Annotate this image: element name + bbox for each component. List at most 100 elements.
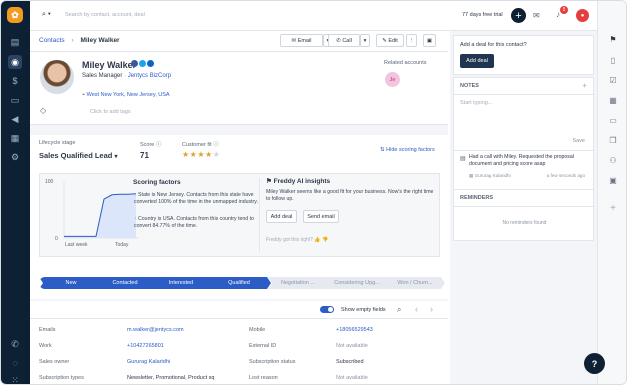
twitter-icon[interactable]	[139, 60, 146, 67]
chevron-right-icon: ›	[71, 37, 74, 44]
scoring-factor-2: ↑ Country is USA. Contacts from this cou…	[134, 216, 254, 229]
calendar-panel-icon[interactable]: ▦	[606, 93, 620, 107]
info-icon: ⓘ	[213, 142, 219, 148]
customer-fit-stars: ★★★★★	[182, 150, 220, 159]
field-value[interactable]: +18056529543	[336, 327, 373, 333]
thumbs-down-icon[interactable]: 👎	[322, 237, 328, 243]
folder-icon[interactable]: ▭	[606, 113, 620, 127]
field-value[interactable]: m.walker@jentycs.com	[127, 327, 184, 333]
breadcrumb: Contacts › Miley Walker	[39, 37, 120, 44]
add-note-icon[interactable]: +	[582, 81, 587, 90]
deal-card: Add a deal for this contact? Add deal	[453, 35, 594, 75]
freddy-send-email-button[interactable]: Send email	[303, 210, 339, 223]
add-panel-icon[interactable]: +	[606, 201, 620, 215]
contact-name: Miley Walker	[82, 60, 137, 70]
company-link[interactable]: Jentycs BizCorp	[128, 73, 171, 79]
location-link[interactable]: West New York, New Jersey, USA	[87, 92, 170, 98]
star-icon: ★	[205, 150, 213, 159]
field-value: Not available	[336, 375, 368, 381]
stage-1[interactable]: Contacted	[93, 277, 157, 289]
note-text: Had a call with Miley. Requested the pro…	[469, 154, 574, 167]
chat-bubble-icon[interactable]: ◌	[8, 356, 22, 370]
settings-icon[interactable]: ⚙	[8, 150, 22, 164]
hide-scoring-link[interactable]: ⇅ Hide scoring factors	[380, 147, 435, 153]
notes-title: NOTES	[460, 83, 479, 89]
next-icon[interactable]: ›	[430, 304, 433, 314]
mail-icon[interactable]: ✉	[533, 11, 540, 20]
freddy-icon: ⚑	[266, 178, 272, 185]
archive-icon[interactable]: ▣	[423, 34, 436, 47]
freddy-panel-icon[interactable]: ⚑	[606, 32, 620, 46]
field-value[interactable]: Gururag Kalaridhi	[127, 359, 170, 365]
facebook-icon[interactable]	[131, 60, 138, 67]
email-button[interactable]: ✉ Email	[280, 34, 323, 47]
lifecycle-dropdown[interactable]: Sales Qualified Lead ▾	[39, 151, 117, 160]
contact-avatar	[40, 60, 74, 94]
reminders-title: REMINDERS	[460, 195, 494, 201]
field-label: Work	[39, 343, 52, 349]
no-reminders-text: No reminders found	[502, 220, 547, 226]
chart-y-top: 100	[45, 179, 54, 185]
reminders-card: REMINDERS No reminders found	[453, 189, 595, 241]
stage-6[interactable]: Won / Churn...	[385, 277, 445, 289]
freddy-title: ⚑ Freddy AI insights	[266, 177, 330, 185]
copy-icon[interactable]: ❐	[606, 133, 620, 147]
field-value[interactable]: +10427265801	[127, 343, 164, 349]
field-label: Sales owner	[39, 359, 70, 365]
search-icon[interactable]: ⌕ ▾	[42, 11, 51, 19]
scoring-panel: 100 0 Last week Today Scoring factors ↑ …	[39, 173, 440, 257]
score-label-text: Score	[140, 142, 155, 148]
related-accounts-label: Related accounts	[384, 60, 427, 66]
reports-icon[interactable]: ▦	[8, 131, 22, 145]
add-tags-input[interactable]: Click to add tags	[90, 109, 131, 115]
chat-icon[interactable]: ▭	[8, 93, 22, 107]
field-label: External ID	[249, 343, 277, 349]
save-note-button[interactable]: Save	[572, 138, 585, 144]
location-pin-icon: ⌖	[82, 92, 86, 98]
people-icon[interactable]: ⚇	[606, 153, 620, 167]
deals-icon[interactable]: $	[8, 74, 22, 88]
more-icon[interactable]: ⋮	[406, 34, 417, 47]
notes-input[interactable]: Start typing...	[460, 100, 589, 150]
prev-icon[interactable]: ‹	[415, 304, 418, 314]
star-icon: ★	[212, 150, 221, 159]
stage-4[interactable]: Negotiation ...	[268, 277, 328, 289]
stage-3[interactable]: Qualified	[207, 277, 271, 289]
documents-icon[interactable]: ▯	[606, 53, 620, 67]
apps-grid-icon[interactable]: ⁙	[8, 373, 22, 385]
notification-badge: 5	[560, 6, 568, 14]
breadcrumb-contacts[interactable]: Contacts	[39, 37, 65, 44]
call-button[interactable]: ✆ Call	[328, 34, 360, 47]
calendar-icon[interactable]: ▤	[8, 35, 22, 49]
alerts-icon[interactable]: ●	[576, 9, 589, 22]
search-input[interactable]: Search by contact, account, deal	[65, 12, 145, 18]
score-value: 71	[140, 151, 149, 160]
add-deal-button[interactable]: Add deal	[460, 54, 494, 68]
edit-button-label: Edit	[388, 37, 398, 44]
phone-icon[interactable]: ✆	[8, 337, 22, 351]
stage-5[interactable]: Considering Upg...	[323, 277, 391, 289]
lifecycle-value: Sales Qualified Lead	[39, 151, 113, 160]
call-dropdown[interactable]: ▾	[360, 34, 370, 47]
add-new-button[interactable]: +	[511, 8, 526, 23]
stage-2[interactable]: Interested	[149, 277, 213, 289]
app-logo-icon[interactable]: ✿	[7, 7, 23, 23]
stage-0[interactable]: New	[39, 277, 103, 289]
linkedin-icon[interactable]	[147, 60, 154, 67]
edit-button[interactable]: ✎ Edit	[376, 34, 404, 47]
thumbs-up-icon[interactable]: 👍	[314, 237, 320, 243]
related-account-avatar[interactable]: Je	[385, 72, 400, 87]
show-empty-toggle[interactable]	[320, 306, 334, 313]
campaigns-icon[interactable]: ◀	[8, 112, 22, 126]
contacts-icon[interactable]: ◉	[8, 55, 22, 69]
search-fields-icon[interactable]: ⌕	[397, 305, 401, 315]
contact-location: ⌖ West New York, New Jersey, USA	[82, 92, 170, 99]
files-icon[interactable]: ▣	[606, 173, 620, 187]
lifecycle-label: Lifecycle stage	[39, 140, 76, 146]
field-label: Emails	[39, 327, 56, 333]
freddy-add-deal-button[interactable]: Add deal	[266, 210, 297, 223]
note-author: ▦ Gururag Kalaridhi	[469, 173, 511, 178]
help-button[interactable]: ?	[584, 353, 605, 374]
freddy-insight: Miley Walker seems like a good fit for y…	[266, 189, 434, 202]
tasks-icon[interactable]: ☑	[606, 73, 620, 87]
